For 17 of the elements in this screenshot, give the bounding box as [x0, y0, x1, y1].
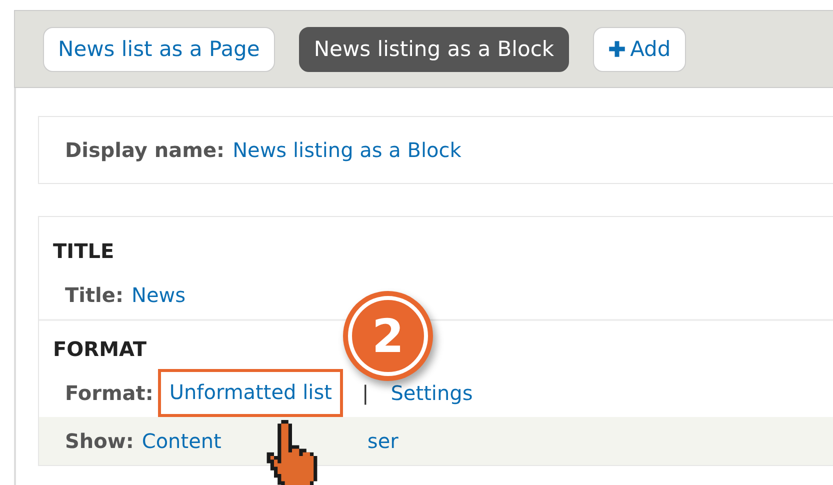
option-link[interactable]: Unformatted list [161, 372, 340, 414]
field-label: Show: [65, 429, 134, 453]
section-heading: FORMAT [53, 336, 147, 363]
field-label: Format: [65, 381, 154, 405]
plus-icon [608, 40, 626, 58]
option-link[interactable]: ser [367, 429, 398, 453]
display-name-link[interactable]: News listing as a Block [232, 138, 462, 162]
option-link[interactable]: Settings [390, 381, 473, 405]
option-link[interactable]: News [131, 283, 186, 307]
separator: | [362, 381, 369, 405]
display-tab[interactable]: News list as a Page [43, 26, 275, 72]
section-heading: TITLE [53, 238, 114, 265]
display-tab[interactable]: Add [593, 26, 686, 72]
option-link[interactable]: Content [142, 429, 222, 453]
field-label: Display name: [65, 138, 225, 162]
field-label: Title: [65, 283, 124, 307]
display-tab[interactable]: News listing as a Block [298, 26, 570, 72]
